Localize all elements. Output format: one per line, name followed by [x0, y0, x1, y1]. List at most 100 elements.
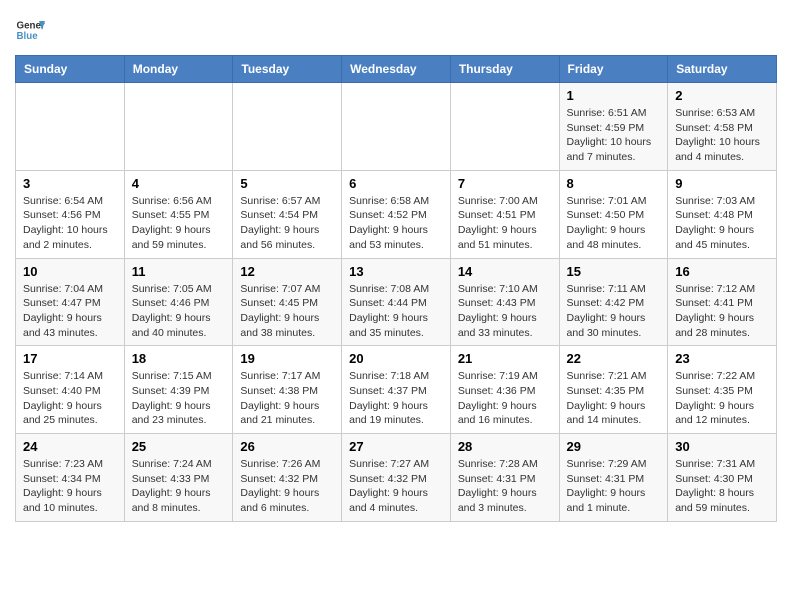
calendar-cell: 14 Sunrise: 7:10 AM Sunset: 4:43 PM Dayli…	[450, 258, 559, 346]
day-info: Sunrise: 7:07 AM Sunset: 4:45 PM Dayligh…	[240, 282, 334, 341]
col-header-friday: Friday	[559, 56, 668, 83]
day-info: Sunrise: 7:26 AM Sunset: 4:32 PM Dayligh…	[240, 457, 334, 516]
calendar-cell: 7 Sunrise: 7:00 AM Sunset: 4:51 PM Daylig…	[450, 170, 559, 258]
logo-icon: General Blue	[15, 15, 45, 45]
calendar-cell: 26 Sunrise: 7:26 AM Sunset: 4:32 PM Dayli…	[233, 434, 342, 522]
col-header-tuesday: Tuesday	[233, 56, 342, 83]
day-number: 30	[675, 439, 769, 454]
day-number: 19	[240, 351, 334, 366]
day-info: Sunrise: 7:03 AM Sunset: 4:48 PM Dayligh…	[675, 194, 769, 253]
svg-text:Blue: Blue	[17, 31, 39, 42]
calendar-cell: 22Sunrise: 7:21 AM Sunset: 4:35 PM Dayli…	[559, 346, 668, 434]
day-info: Sunrise: 6:58 AM Sunset: 4:52 PM Dayligh…	[349, 194, 443, 253]
day-info: Sunrise: 7:23 AM Sunset: 4:34 PM Dayligh…	[23, 457, 117, 516]
day-info: Sunrise: 6:54 AM Sunset: 4:56 PM Dayligh…	[23, 194, 117, 253]
logo: General Blue	[15, 15, 45, 45]
day-number: 4	[132, 176, 226, 191]
day-info: Sunrise: 7:27 AM Sunset: 4:32 PM Dayligh…	[349, 457, 443, 516]
calendar-cell	[124, 83, 233, 171]
col-header-wednesday: Wednesday	[342, 56, 451, 83]
calendar-cell	[233, 83, 342, 171]
calendar-cell: 1 Sunrise: 6:51 AM Sunset: 4:59 PM Daylig…	[559, 83, 668, 171]
day-number: 2	[675, 88, 769, 103]
day-number: 5	[240, 176, 334, 191]
calendar-cell	[342, 83, 451, 171]
calendar-cell: 19 Sunrise: 7:17 AM Sunset: 4:38 PM Dayli…	[233, 346, 342, 434]
day-info: Sunrise: 7:29 AM Sunset: 4:31 PM Dayligh…	[567, 457, 661, 516]
day-number: 12	[240, 264, 334, 279]
calendar-cell: 23 Sunrise: 7:22 AM Sunset: 4:35 PM Dayli…	[668, 346, 777, 434]
day-info: Sunrise: 6:51 AM Sunset: 4:59 PM Dayligh…	[567, 106, 661, 165]
calendar-cell: 8 Sunrise: 7:01 AM Sunset: 4:50 PM Daylig…	[559, 170, 668, 258]
calendar-cell: 18Sunrise: 7:15 AM Sunset: 4:39 PM Dayli…	[124, 346, 233, 434]
calendar-cell	[450, 83, 559, 171]
calendar-cell: 4 Sunrise: 6:56 AM Sunset: 4:55 PM Daylig…	[124, 170, 233, 258]
calendar-cell: 20 Sunrise: 7:18 AM Sunset: 4:37 PM Dayli…	[342, 346, 451, 434]
calendar-cell: 17 Sunrise: 7:14 AM Sunset: 4:40 PM Dayli…	[16, 346, 125, 434]
day-number: 27	[349, 439, 443, 454]
day-info: Sunrise: 7:22 AM Sunset: 4:35 PM Dayligh…	[675, 369, 769, 428]
day-info: Sunrise: 6:56 AM Sunset: 4:55 PM Dayligh…	[132, 194, 226, 253]
day-number: 16	[675, 264, 769, 279]
day-number: 15	[567, 264, 661, 279]
col-header-monday: Monday	[124, 56, 233, 83]
day-number: 10	[23, 264, 117, 279]
day-info: Sunrise: 7:11 AM Sunset: 4:42 PM Dayligh…	[567, 282, 661, 341]
day-number: 11	[132, 264, 226, 279]
day-number: 22	[567, 351, 661, 366]
day-info: Sunrise: 6:53 AM Sunset: 4:58 PM Dayligh…	[675, 106, 769, 165]
calendar-cell: 2 Sunrise: 6:53 AM Sunset: 4:58 PM Daylig…	[668, 83, 777, 171]
day-number: 26	[240, 439, 334, 454]
day-number: 25	[132, 439, 226, 454]
day-info: Sunrise: 7:19 AM Sunset: 4:36 PM Dayligh…	[458, 369, 552, 428]
col-header-thursday: Thursday	[450, 56, 559, 83]
col-header-saturday: Saturday	[668, 56, 777, 83]
day-number: 29	[567, 439, 661, 454]
calendar-cell: 11Sunrise: 7:05 AM Sunset: 4:46 PM Dayli…	[124, 258, 233, 346]
day-number: 21	[458, 351, 552, 366]
day-info: Sunrise: 7:31 AM Sunset: 4:30 PM Dayligh…	[675, 457, 769, 516]
calendar-cell: 5 Sunrise: 6:57 AM Sunset: 4:54 PM Daylig…	[233, 170, 342, 258]
calendar-cell: 27 Sunrise: 7:27 AM Sunset: 4:32 PM Dayli…	[342, 434, 451, 522]
day-number: 6	[349, 176, 443, 191]
calendar-cell: 21 Sunrise: 7:19 AM Sunset: 4:36 PM Dayli…	[450, 346, 559, 434]
calendar-cell: 29 Sunrise: 7:29 AM Sunset: 4:31 PM Dayli…	[559, 434, 668, 522]
calendar-cell: 3Sunrise: 6:54 AM Sunset: 4:56 PM Daylig…	[16, 170, 125, 258]
day-number: 7	[458, 176, 552, 191]
day-number: 20	[349, 351, 443, 366]
day-info: Sunrise: 7:10 AM Sunset: 4:43 PM Dayligh…	[458, 282, 552, 341]
day-number: 9	[675, 176, 769, 191]
day-number: 17	[23, 351, 117, 366]
day-number: 23	[675, 351, 769, 366]
calendar-cell: 6 Sunrise: 6:58 AM Sunset: 4:52 PM Daylig…	[342, 170, 451, 258]
calendar-cell: 10 Sunrise: 7:04 AM Sunset: 4:47 PM Dayli…	[16, 258, 125, 346]
day-info: Sunrise: 7:18 AM Sunset: 4:37 PM Dayligh…	[349, 369, 443, 428]
day-info: Sunrise: 6:57 AM Sunset: 4:54 PM Dayligh…	[240, 194, 334, 253]
day-info: Sunrise: 7:14 AM Sunset: 4:40 PM Dayligh…	[23, 369, 117, 428]
day-number: 28	[458, 439, 552, 454]
day-info: Sunrise: 7:00 AM Sunset: 4:51 PM Dayligh…	[458, 194, 552, 253]
day-info: Sunrise: 7:17 AM Sunset: 4:38 PM Dayligh…	[240, 369, 334, 428]
day-info: Sunrise: 7:01 AM Sunset: 4:50 PM Dayligh…	[567, 194, 661, 253]
calendar-cell: 24 Sunrise: 7:23 AM Sunset: 4:34 PM Dayli…	[16, 434, 125, 522]
page-header: General Blue	[15, 15, 777, 45]
col-header-sunday: Sunday	[16, 56, 125, 83]
day-number: 13	[349, 264, 443, 279]
day-number: 24	[23, 439, 117, 454]
calendar-cell: 12 Sunrise: 7:07 AM Sunset: 4:45 PM Dayli…	[233, 258, 342, 346]
calendar-table: SundayMondayTuesdayWednesdayThursdayFrid…	[15, 55, 777, 522]
day-info: Sunrise: 7:28 AM Sunset: 4:31 PM Dayligh…	[458, 457, 552, 516]
day-number: 1	[567, 88, 661, 103]
calendar-cell: 30 Sunrise: 7:31 AM Sunset: 4:30 PM Dayli…	[668, 434, 777, 522]
calendar-cell: 28 Sunrise: 7:28 AM Sunset: 4:31 PM Dayli…	[450, 434, 559, 522]
day-info: Sunrise: 7:04 AM Sunset: 4:47 PM Dayligh…	[23, 282, 117, 341]
calendar-cell: 15 Sunrise: 7:11 AM Sunset: 4:42 PM Dayli…	[559, 258, 668, 346]
calendar-cell: 9 Sunrise: 7:03 AM Sunset: 4:48 PM Daylig…	[668, 170, 777, 258]
day-info: Sunrise: 7:12 AM Sunset: 4:41 PM Dayligh…	[675, 282, 769, 341]
day-number: 8	[567, 176, 661, 191]
day-number: 14	[458, 264, 552, 279]
calendar-cell: 25Sunrise: 7:24 AM Sunset: 4:33 PM Dayli…	[124, 434, 233, 522]
day-number: 18	[132, 351, 226, 366]
calendar-cell	[16, 83, 125, 171]
calendar-cell: 16 Sunrise: 7:12 AM Sunset: 4:41 PM Dayli…	[668, 258, 777, 346]
